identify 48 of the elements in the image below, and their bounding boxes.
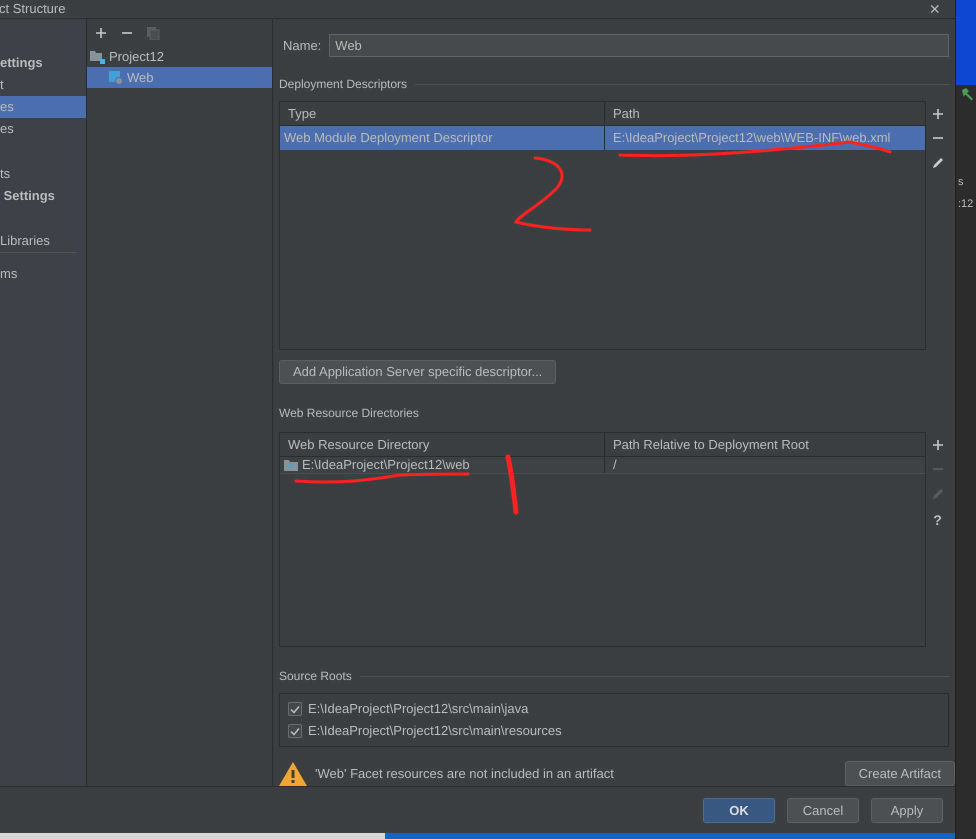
add-descriptor-button[interactable]: Add Application Server specific descriptor...: [279, 360, 556, 384]
add-icon[interactable]: [932, 108, 944, 120]
cancel-button[interactable]: Cancel: [787, 798, 859, 823]
add-icon[interactable]: [95, 27, 107, 39]
help-button[interactable]: ?: [933, 513, 942, 527]
sidebar-item[interactable]: ettings: [0, 52, 86, 74]
handwritten-number-drawing: [505, 454, 519, 515]
create-artifact-button[interactable]: Create Artifact: [844, 761, 955, 786]
warning-icon: [279, 762, 307, 786]
hammer-icon: [961, 87, 975, 101]
sidebar-item[interactable]: t: [0, 74, 86, 96]
column-header[interactable]: Type: [280, 102, 605, 125]
source-root-label: E:\IdeaProject\Project12\src\main\resources: [308, 722, 562, 740]
add-icon[interactable]: [932, 439, 944, 451]
column-header[interactable]: Web Resource Directory: [280, 433, 605, 456]
background-text: s: [957, 175, 964, 190]
check-icon: [290, 726, 300, 736]
edit-icon[interactable]: [930, 156, 944, 170]
folder-icon: [284, 460, 298, 470]
section-title: Web Resource Directories: [279, 405, 419, 422]
sidebar-item[interactable]: ms: [0, 263, 86, 285]
sidebar-item[interactable]: Libraries: [0, 230, 86, 252]
apply-button[interactable]: Apply: [871, 798, 943, 823]
warning-text: 'Web' Facet resources are not included in an artifact: [315, 764, 615, 783]
source-root-label: E:\IdeaProject\Project12\src\main\java: [308, 700, 528, 718]
name-label: Name:: [283, 36, 322, 55]
sidebar-item[interactable]: es: [0, 118, 86, 140]
sidebar-item[interactable]: ts: [0, 163, 86, 185]
table-cell-text: E:\IdeaProject\Project12\web\WEB-INF\web.xml: [613, 129, 890, 148]
section-title: Deployment Descriptors: [279, 76, 408, 93]
checkbox[interactable]: [288, 724, 302, 738]
sidebar-item[interactable]: Settings: [0, 185, 86, 207]
background-text: :12: [957, 197, 974, 212]
column-header[interactable]: Path Relative to Deployment Root: [605, 433, 925, 456]
check-icon: [290, 704, 300, 714]
web-module-icon: [109, 70, 123, 84]
table-cell-text: Web Module Deployment Descriptor: [284, 129, 493, 148]
table-cell-text: /: [613, 456, 617, 474]
column-header[interactable]: Path: [605, 102, 925, 125]
checkbox[interactable]: [288, 702, 302, 716]
name-field[interactable]: Web: [329, 34, 949, 57]
close-button[interactable]: ×: [929, 0, 940, 18]
table-row[interactable]: E:\IdeaProject\Project12\web /: [280, 457, 925, 474]
folder-icon: [90, 50, 105, 64]
table-cell-text: E:\IdeaProject\Project12\web: [302, 456, 470, 474]
ok-button[interactable]: OK: [703, 798, 775, 823]
section-title: Source Roots: [279, 668, 352, 685]
tree-item[interactable]: Project12: [87, 47, 272, 67]
